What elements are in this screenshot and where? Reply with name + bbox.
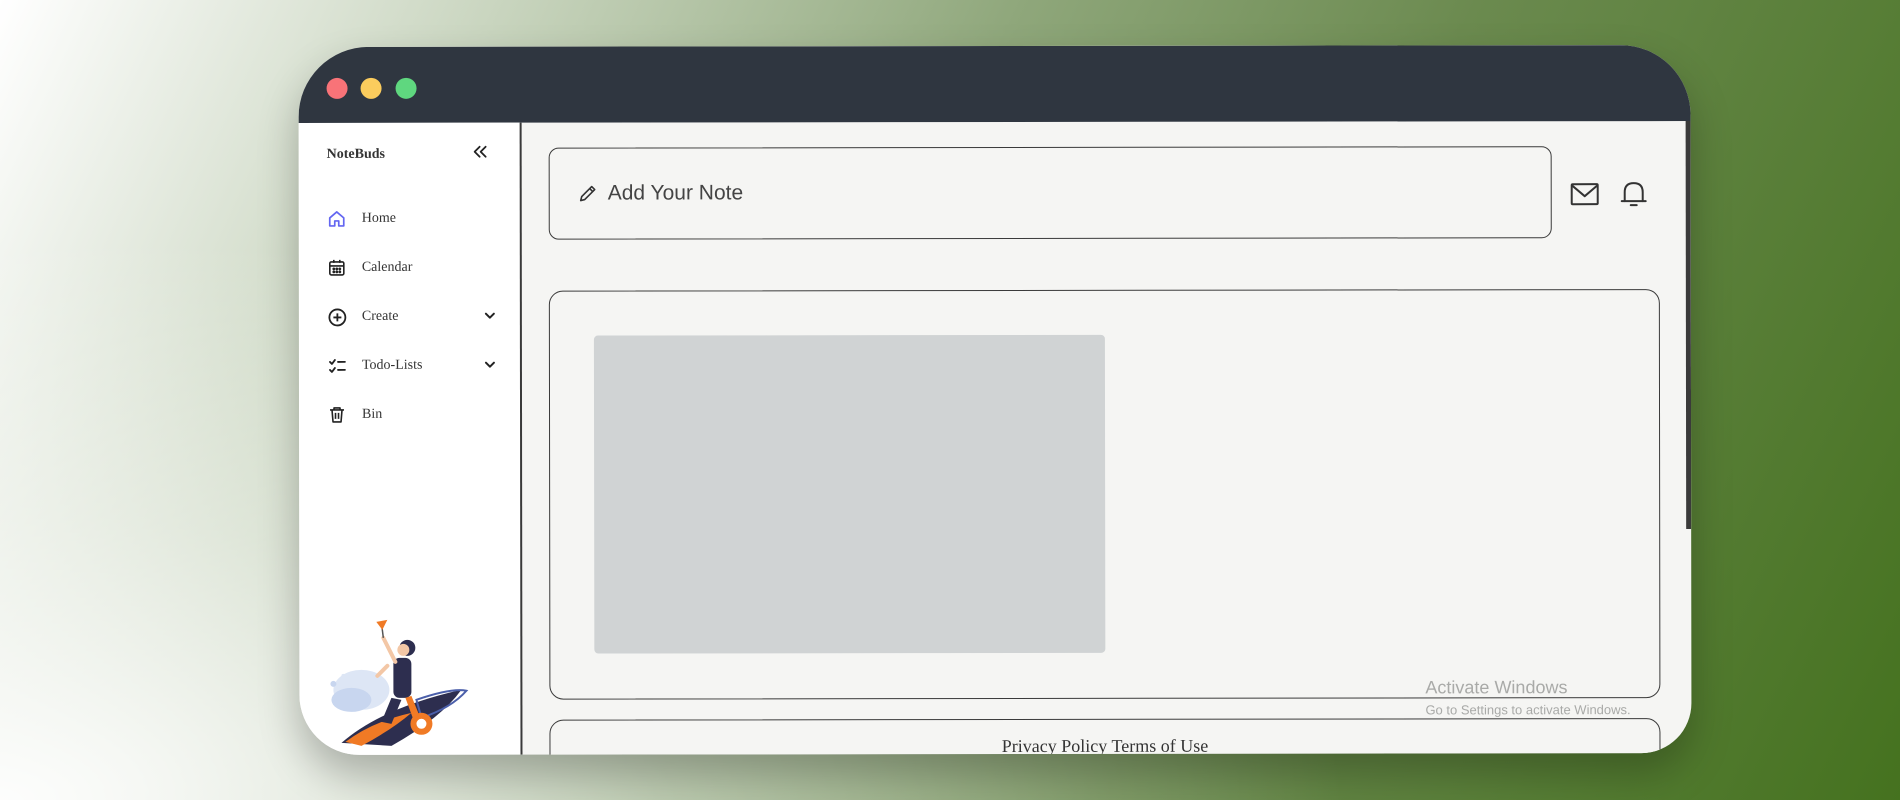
sidebar-item-label: Create: [361, 308, 399, 324]
close-window-button[interactable]: [326, 77, 348, 99]
title-bar: [298, 45, 1691, 123]
chevron-down-icon[interactable]: [483, 358, 497, 372]
footer: Privacy Policy Terms of Use: [549, 718, 1661, 755]
rocket-rider-illustration: [330, 619, 469, 746]
sidebar-item-label: Bin: [362, 406, 383, 422]
vertical-scrollbar[interactable]: [1685, 121, 1692, 530]
sidebar: NoteBuds Home Calendar Create Todo-Lists…: [298, 122, 523, 755]
watermark-subtitle: Go to Settings to activate Windows.: [1425, 702, 1631, 718]
watermark-title: Activate Windows: [1425, 677, 1568, 698]
sidebar-item-label: Todo-Lists: [361, 357, 423, 373]
sidebar-item-label: Calendar: [361, 259, 413, 275]
sidebar-item-home[interactable]: Home: [327, 205, 497, 233]
add-note-placeholder: Add Your Note: [607, 181, 744, 205]
add-note-input[interactable]: Add Your Note: [548, 146, 1552, 240]
sidebar-item-label: Home: [361, 210, 396, 226]
plus-circle-icon: [327, 307, 347, 327]
sidebar-item-calendar[interactable]: Calendar: [327, 254, 497, 282]
privacy-policy-link[interactable]: Privacy Policy: [1002, 736, 1108, 755]
sidebar-item-todo-lists[interactable]: Todo-Lists: [327, 352, 497, 380]
activate-windows-watermark: Activate Windows Go to Settings to activ…: [1425, 677, 1630, 717]
sidebar-item-create[interactable]: Create: [327, 303, 497, 331]
calendar-icon: [327, 258, 347, 278]
minimize-window-button[interactable]: [360, 77, 382, 99]
sidebar-item-bin[interactable]: Bin: [327, 401, 497, 429]
pencil-icon: [579, 185, 596, 202]
note-card-placeholder[interactable]: [593, 334, 1106, 654]
app-brand: NoteBuds: [326, 146, 386, 162]
notes-panel: [548, 289, 1661, 700]
checklist-icon: [327, 356, 347, 376]
maximize-window-button[interactable]: [395, 77, 417, 99]
app-window: NoteBuds Home Calendar Create Todo-Lists…: [298, 45, 1692, 755]
collapse-sidebar-icon[interactable]: [471, 143, 489, 161]
trash-icon: [327, 405, 347, 425]
terms-of-use-link[interactable]: Terms of Use: [1111, 736, 1208, 755]
mail-icon[interactable]: [1570, 179, 1600, 209]
chevron-down-icon[interactable]: [483, 309, 497, 323]
bell-icon[interactable]: [1619, 179, 1649, 209]
home-icon: [327, 209, 347, 229]
